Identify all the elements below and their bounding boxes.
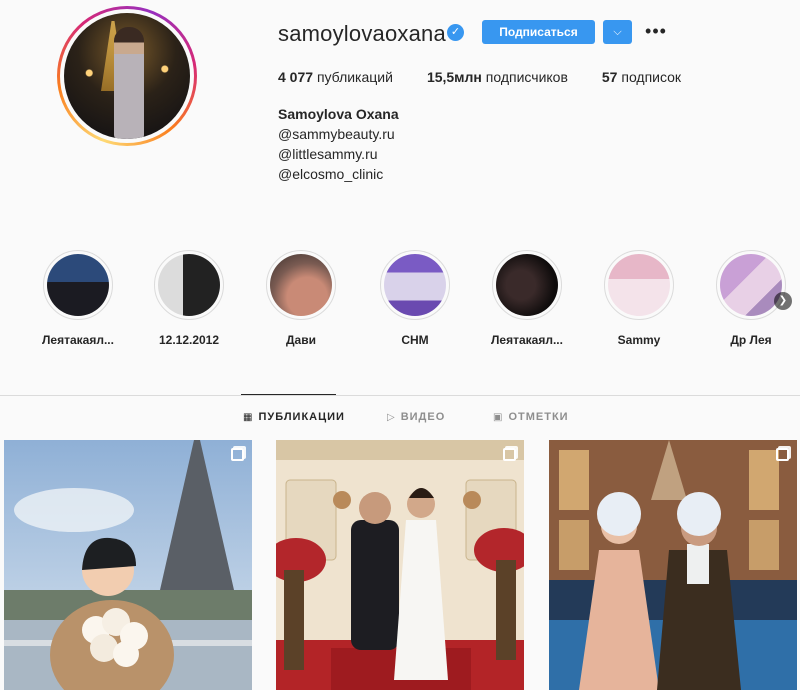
- post-thumbnail[interactable]: [549, 440, 797, 690]
- highlight-label: Леятакаял...: [42, 333, 114, 347]
- highlight-cover: [270, 254, 332, 316]
- highlight-ring: [604, 250, 674, 320]
- tag-icon: ▣: [493, 411, 504, 423]
- avatar-figure: [114, 27, 144, 139]
- profile-full-name: Samoylova Oxana: [278, 106, 399, 122]
- bio-link-elcosmo[interactable]: @elcosmo_clinic: [278, 164, 399, 184]
- highlight-label: Дави: [286, 333, 316, 347]
- followers-stat[interactable]: 15,5млн подписчиков: [427, 69, 568, 85]
- highlight-ring: [266, 250, 336, 320]
- tab-posts[interactable]: ▦ ПУБЛИКАЦИИ: [243, 411, 345, 423]
- active-tab-indicator: [241, 394, 336, 395]
- highlight-label: 12.12.2012: [158, 333, 220, 347]
- tab-posts-label: ПУБЛИКАЦИИ: [258, 411, 345, 423]
- following-stat[interactable]: 57 подписок: [602, 69, 681, 85]
- avatar-border: [60, 9, 194, 143]
- following-count: 57: [601, 69, 618, 85]
- following-label: подписок: [621, 69, 682, 85]
- post-image-costume-party: [549, 440, 797, 690]
- carousel-icon: [503, 448, 516, 461]
- highlight-ring: [43, 250, 113, 320]
- carousel-icon: [231, 448, 244, 461]
- highlight-ring: [716, 250, 786, 320]
- highlight-ring: [154, 250, 224, 320]
- highlight-item[interactable]: 12.12.2012: [144, 250, 234, 347]
- highlight-cover: [47, 254, 109, 316]
- posts-label: публикаций: [316, 69, 393, 85]
- highlight-cover: [158, 254, 220, 316]
- post-image-eiffel-child: [4, 440, 252, 690]
- highlight-label: Др Лея: [730, 333, 772, 347]
- post-image-wedding: [276, 440, 524, 690]
- posts-count: 4 077: [278, 69, 314, 85]
- follow-button[interactable]: Подписаться: [482, 20, 595, 44]
- tabs-divider: [0, 395, 800, 396]
- highlight-label: Sammy: [617, 333, 661, 347]
- carousel-icon: [776, 448, 789, 461]
- more-options-icon[interactable]: •••: [645, 20, 667, 44]
- highlight-item[interactable]: Дави: [256, 250, 346, 347]
- bio-link-littlesammy[interactable]: @littlesammy.ru: [278, 144, 399, 164]
- highlights-next-arrow-icon[interactable]: ❯: [774, 292, 792, 310]
- tab-video[interactable]: ▷ ВИДЕО: [387, 411, 445, 423]
- highlight-label: Леятакаял...: [491, 333, 563, 347]
- post-thumbnail[interactable]: [4, 440, 252, 690]
- followers-label: подписчиков: [485, 69, 568, 85]
- followers-count: 15,5млн: [426, 69, 482, 85]
- bio-link-sammybeauty[interactable]: @sammybeauty.ru: [278, 124, 399, 144]
- tab-tagged-label: ОТМЕТКИ: [508, 411, 569, 423]
- highlight-cover: [496, 254, 558, 316]
- highlight-label: CHM: [401, 333, 429, 347]
- highlight-cover: [720, 254, 782, 316]
- video-icon: ▷: [387, 411, 396, 423]
- highlight-item[interactable]: CHM: [370, 250, 460, 347]
- post-thumbnail[interactable]: [276, 440, 524, 690]
- tab-tagged[interactable]: ▣ ОТМЕТКИ: [493, 411, 569, 423]
- suggestions-dropdown-button[interactable]: ⌵: [603, 20, 632, 44]
- profile-avatar-ring[interactable]: [57, 6, 197, 146]
- chevron-down-icon: ⌵: [613, 26, 622, 38]
- grid-icon: ▦: [243, 411, 254, 423]
- profile-username: samoylovaoxana: [278, 21, 446, 46]
- highlight-ring: [380, 250, 450, 320]
- tab-video-label: ВИДЕО: [400, 411, 446, 423]
- highlight-item[interactable]: Sammy: [594, 250, 684, 347]
- profile-bio: Samoylova Oxana @sammybeauty.ru @littles…: [278, 104, 399, 184]
- profile-stats: 4 077 публикаций 15,5млн подписчиков 57 …: [278, 69, 715, 85]
- highlight-item[interactable]: Леятакаял...: [482, 250, 572, 347]
- verified-badge-icon: ✓: [447, 24, 464, 41]
- posts-stat: 4 077 публикаций: [278, 69, 393, 85]
- highlight-item[interactable]: Леятакаял...: [33, 250, 123, 347]
- story-highlights: Леятакаял... 12.12.2012 Дави CHM Леятака…: [0, 250, 800, 355]
- highlight-cover: [384, 254, 446, 316]
- avatar[interactable]: [64, 13, 190, 139]
- highlight-cover: [608, 254, 670, 316]
- highlight-ring: [492, 250, 562, 320]
